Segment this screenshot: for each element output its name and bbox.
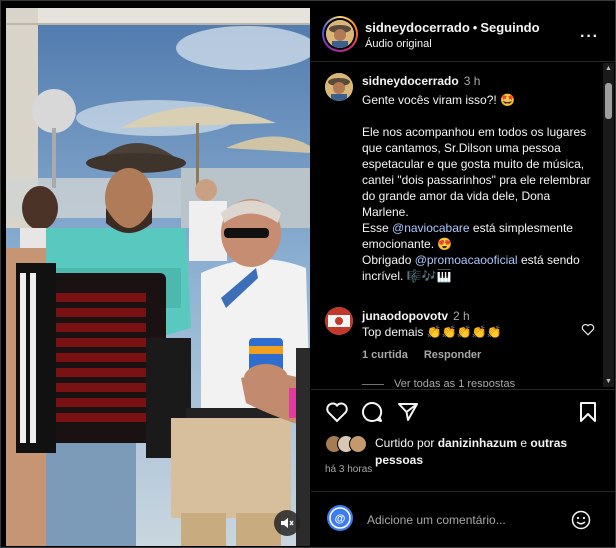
post-modal: sidneydocerrado • Seguindo Áudio original … [0, 0, 616, 548]
post-author[interactable]: sidneydocerrado [365, 20, 470, 35]
comment-time: 2 h [453, 309, 470, 323]
comment-likes[interactable]: 1 curtida [362, 349, 408, 361]
share-icon[interactable] [397, 401, 419, 423]
comment-avatar[interactable] [325, 307, 353, 335]
view-replies-button[interactable]: Ver todas as 1 respostas [362, 378, 515, 387]
follow-status[interactable]: Seguindo [480, 20, 539, 35]
comment-item: junaodopovotv 2 h Top demais 👏👏👏👏👏 1 curt… [311, 303, 607, 387]
caption-author[interactable]: sidneydocerrado [362, 74, 459, 88]
caption-avatar[interactable] [325, 73, 353, 101]
caption-line-1: Gente vocês viram isso?! 🤩 [362, 93, 515, 107]
more-horizontal-icon[interactable]: ··· [580, 28, 599, 46]
video-frame [6, 8, 310, 546]
action-bar [311, 389, 615, 434]
scroll-down-icon[interactable]: ▼ [605, 378, 612, 385]
svg-text:@: @ [335, 513, 346, 525]
view-replies-label: Ver todas as 1 respostas [394, 378, 516, 387]
comment-author[interactable]: junaodopovotv [362, 309, 448, 323]
likes-prefix: Curtido por [375, 436, 438, 450]
post-date[interactable]: há 3 horas [325, 464, 372, 475]
comment-input[interactable]: Adicione um comentário... [367, 513, 506, 527]
emoji-icon[interactable] [571, 510, 591, 530]
bookmark-icon[interactable] [579, 401, 597, 423]
mention-promoacaooficial[interactable]: @promoacaooficial [415, 253, 518, 267]
reply-button[interactable]: Responder [424, 349, 481, 361]
caption-obrigado: Obrigado [362, 253, 415, 267]
scroll-up-icon[interactable]: ▲ [605, 65, 612, 72]
heart-icon[interactable] [325, 401, 349, 423]
caption-esse: Esse [362, 221, 393, 235]
scroll-thumb[interactable] [605, 83, 612, 119]
audio-label[interactable]: Áudio original [365, 38, 432, 50]
post-header: sidneydocerrado • Seguindo Áudio original … [311, 8, 615, 62]
comment-text: Top demais 👏👏👏👏👏 [362, 325, 502, 339]
comments-scrollbar[interactable]: ▲ ▼ [603, 63, 614, 387]
post-sidebar: sidneydocerrado • Seguindo Áudio original … [311, 1, 615, 547]
comment-icon[interactable] [361, 401, 383, 423]
post-video[interactable] [6, 8, 310, 546]
mention-naviocabare[interactable]: @naviocabare [392, 221, 470, 235]
speaker-muted-icon [281, 518, 294, 528]
caption-text: Gente vocês viram isso?! 🤩 Ele nos acomp… [362, 92, 592, 284]
story-ring[interactable] [322, 16, 358, 52]
avatar [326, 20, 354, 48]
comments-list[interactable]: sidneydocerrado 3 h Gente vocês viram iss… [311, 63, 607, 387]
caption-time: 3 h [463, 74, 481, 88]
mute-button[interactable] [274, 510, 300, 536]
threads-logo-icon: @ [327, 505, 353, 531]
likes-user[interactable]: danizinhazum [438, 436, 517, 450]
heart-icon[interactable] [581, 323, 595, 336]
liker-avatar[interactable] [349, 435, 367, 453]
likes-and: e [517, 436, 531, 450]
caption-paragraph-2: Ele nos acompanhou em todos os lugares q… [362, 125, 598, 219]
comment-composer: @ Adicione um comentário... [311, 491, 615, 548]
